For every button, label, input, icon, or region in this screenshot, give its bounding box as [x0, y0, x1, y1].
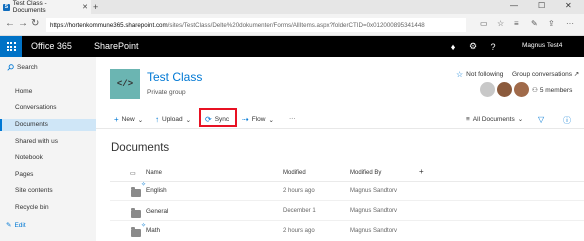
library-title[interactable]: Documents: [111, 142, 169, 154]
close-tab-icon[interactable]: ✕: [82, 3, 88, 11]
share-icon[interactable]: ⇪: [548, 19, 555, 28]
search-label: Search: [17, 64, 38, 71]
person-icon: ⚇: [532, 87, 538, 94]
more-icon[interactable]: ···: [566, 19, 574, 28]
code-icon: </>: [116, 79, 134, 89]
row-modified-by[interactable]: Magnus Sandtorv: [350, 228, 397, 234]
avatar[interactable]: [514, 82, 529, 97]
sync-highlight-box: [199, 108, 237, 127]
row-name[interactable]: General: [146, 208, 168, 215]
refresh-icon[interactable]: ↻: [31, 18, 39, 29]
column-header-name[interactable]: Name: [146, 170, 162, 176]
maximize-icon[interactable]: ☐: [538, 1, 545, 10]
follow-button[interactable]: ☆ Not following: [456, 70, 503, 79]
browser-tab[interactable]: S Test Class - Documents ✕: [0, 0, 91, 14]
forward-icon[interactable]: →: [18, 18, 28, 29]
row-modified: 2 hours ago: [283, 188, 315, 194]
gear-icon[interactable]: ⚙: [463, 36, 483, 57]
folder-icon: [131, 208, 141, 218]
nav-item-home[interactable]: Home: [15, 88, 32, 95]
nav-item-recycle-bin[interactable]: Recycle bin: [15, 204, 49, 211]
site-subtitle: Private group: [147, 89, 186, 96]
nav-item-documents[interactable]: Documents: [15, 121, 48, 128]
bell-icon[interactable]: ♦: [443, 36, 463, 57]
members-label: 5 members: [539, 86, 573, 94]
row-modified: 2 hours ago: [283, 228, 315, 234]
star-icon: ☆: [456, 70, 464, 79]
upload-icon: ↑: [155, 115, 159, 124]
row-modified: December 1: [283, 208, 316, 214]
chevron-down-icon: ⌄: [268, 116, 274, 124]
members-link[interactable]: ⚇ 5 members: [532, 86, 573, 95]
flow-button[interactable]: ⇢ Flow ⌄: [242, 115, 274, 124]
hub-icon[interactable]: ≡: [514, 19, 519, 28]
column-header-modified[interactable]: Modified: [283, 170, 306, 176]
folder-icon: [131, 227, 141, 237]
nav-item-pages[interactable]: Pages: [15, 171, 33, 178]
plus-icon: +: [114, 115, 119, 124]
sharepoint-favicon-icon: S: [3, 3, 10, 11]
search-box[interactable]: Search: [7, 64, 38, 71]
row-modified-by[interactable]: Magnus Sandtorv: [350, 208, 397, 214]
site-logo[interactable]: </>: [110, 69, 140, 99]
file-type-icon[interactable]: ▭: [130, 170, 136, 177]
row-divider: [110, 200, 584, 201]
minimize-icon[interactable]: —: [510, 1, 518, 10]
app-launcher-icon[interactable]: [0, 36, 22, 57]
chevron-down-icon: ⌄: [137, 116, 144, 124]
new-button[interactable]: + New ⌄: [114, 115, 143, 124]
info-button[interactable]: ⓘ: [563, 115, 571, 126]
nav-item-shared-with-us[interactable]: Shared with us: [15, 138, 58, 145]
new-tab-icon[interactable]: +: [93, 2, 98, 12]
flow-icon: ⇢: [242, 115, 249, 124]
reading-view-icon[interactable]: ▭: [480, 19, 488, 28]
nav-item-site-contents[interactable]: Site contents: [15, 187, 53, 194]
nav-item-notebook[interactable]: Notebook: [15, 154, 43, 161]
suite-bar: Office 365 SharePoint ♦ ⚙ ? Magnus Test4: [0, 36, 584, 57]
info-icon: ⓘ: [563, 116, 571, 125]
follow-label: Not following: [466, 71, 504, 78]
column-header-modified-by[interactable]: Modified By: [350, 170, 381, 176]
notes-icon[interactable]: ✎: [531, 19, 538, 28]
chevron-down-icon: ⌄: [517, 116, 524, 123]
upload-button[interactable]: ↑ Upload ⌄: [155, 115, 191, 124]
view-lines-icon: ≡: [466, 115, 470, 123]
folder-icon: [131, 187, 141, 197]
url-path: /sites/TestClass/Delte%20dokumenter/Form…: [167, 21, 425, 29]
tab-title: Test Class - Documents: [12, 0, 47, 14]
pencil-icon: ✎: [6, 222, 12, 229]
url-host: https://hortenkommune365.sharepoint.com: [50, 21, 168, 29]
row-modified-by[interactable]: Magnus Sandtorv: [350, 188, 397, 194]
row-divider: [110, 220, 584, 221]
chevron-down-icon: ⌄: [185, 116, 192, 124]
more-commands-button[interactable]: ···: [289, 115, 296, 122]
filter-icon: ▽: [538, 115, 545, 124]
avatar[interactable]: [480, 82, 495, 97]
command-bar-divider: [96, 128, 584, 129]
row-name[interactable]: English: [146, 187, 167, 194]
avatar[interactable]: [497, 82, 512, 97]
nav-item-conversations[interactable]: Conversations: [15, 104, 57, 111]
office365-title[interactable]: Office 365: [31, 41, 72, 51]
left-navigation: Search Home Conversations Documents Shar…: [0, 57, 96, 241]
url-field[interactable]: https://hortenkommune365.sharepoint.com /…: [46, 18, 466, 32]
add-column-button[interactable]: +: [419, 167, 424, 176]
address-bar-row: ← → ↻ https://hortenkommune365.sharepoin…: [0, 14, 584, 36]
user-name[interactable]: Magnus Test4: [522, 42, 562, 49]
back-icon[interactable]: ←: [5, 18, 15, 29]
filter-button[interactable]: ▽: [538, 115, 544, 124]
group-conversations-link[interactable]: Group conversations ↗: [512, 70, 579, 78]
edit-nav-link[interactable]: ✎ Edit: [6, 221, 26, 230]
close-window-icon[interactable]: ✕: [565, 1, 572, 10]
edit-label: Edit: [14, 221, 26, 229]
browser-tab-bar: S Test Class - Documents ✕ + — ☐ ✕: [0, 0, 584, 14]
sharepoint-title[interactable]: SharePoint: [94, 41, 139, 51]
view-selector[interactable]: ≡ All Documents ⌄: [466, 115, 524, 124]
help-icon[interactable]: ?: [483, 36, 503, 57]
favorite-star-icon[interactable]: ☆: [497, 19, 504, 28]
header-divider: [110, 181, 584, 182]
site-title[interactable]: Test Class: [147, 70, 202, 84]
search-icon: [7, 64, 14, 71]
row-name[interactable]: Math: [146, 227, 160, 234]
